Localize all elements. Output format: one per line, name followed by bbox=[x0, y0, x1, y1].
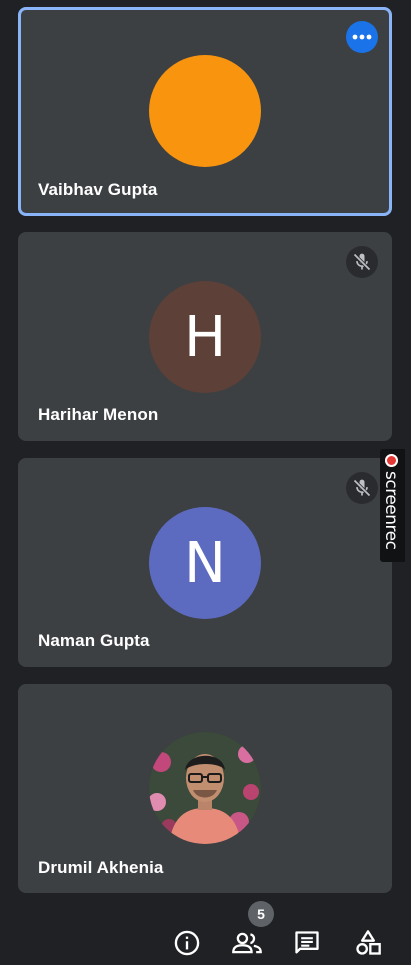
participant-name: Drumil Akhenia bbox=[38, 858, 164, 877]
info-icon bbox=[174, 930, 200, 956]
participant-tile-naman-gupta[interactable]: N Naman Gupta bbox=[18, 458, 392, 667]
avatar: N bbox=[149, 507, 261, 619]
screenrec-label: screenrec bbox=[381, 471, 401, 550]
avatar bbox=[149, 55, 261, 167]
profile-photo bbox=[149, 732, 261, 844]
more-options-button[interactable] bbox=[346, 21, 378, 53]
muted-indicator bbox=[346, 246, 378, 278]
chat-icon bbox=[295, 931, 319, 954]
participant-tile-drumil-akhenia[interactable]: Drumil Akhenia bbox=[18, 684, 392, 893]
muted-indicator bbox=[346, 472, 378, 504]
avatar-photo bbox=[149, 732, 261, 844]
participant-tile-harihar-menon[interactable]: H Harihar Menon bbox=[18, 232, 392, 441]
participant-tile-vaibhav-gupta[interactable]: Vaibhav Gupta bbox=[18, 7, 392, 216]
meeting-grid: Vaibhav Gupta H Harihar Menon N Naman Gu… bbox=[0, 0, 411, 965]
participant-name: Naman Gupta bbox=[38, 631, 150, 650]
more-horizontal-icon bbox=[352, 34, 372, 40]
avatar: H bbox=[149, 281, 261, 393]
mic-off-icon bbox=[353, 253, 371, 271]
chat-button[interactable] bbox=[290, 926, 324, 960]
people-button[interactable] bbox=[230, 926, 264, 960]
meeting-details-button[interactable] bbox=[170, 926, 204, 960]
people-count-badge: 5 bbox=[248, 901, 274, 927]
record-dot-icon bbox=[385, 454, 398, 467]
activities-button[interactable] bbox=[351, 926, 385, 960]
activities-icon bbox=[356, 930, 381, 955]
screenrec-tab[interactable]: screenrec bbox=[380, 449, 405, 562]
mic-off-icon bbox=[353, 479, 371, 497]
participant-name: Harihar Menon bbox=[38, 405, 159, 424]
people-icon bbox=[232, 932, 262, 954]
participant-name: Vaibhav Gupta bbox=[38, 180, 158, 199]
